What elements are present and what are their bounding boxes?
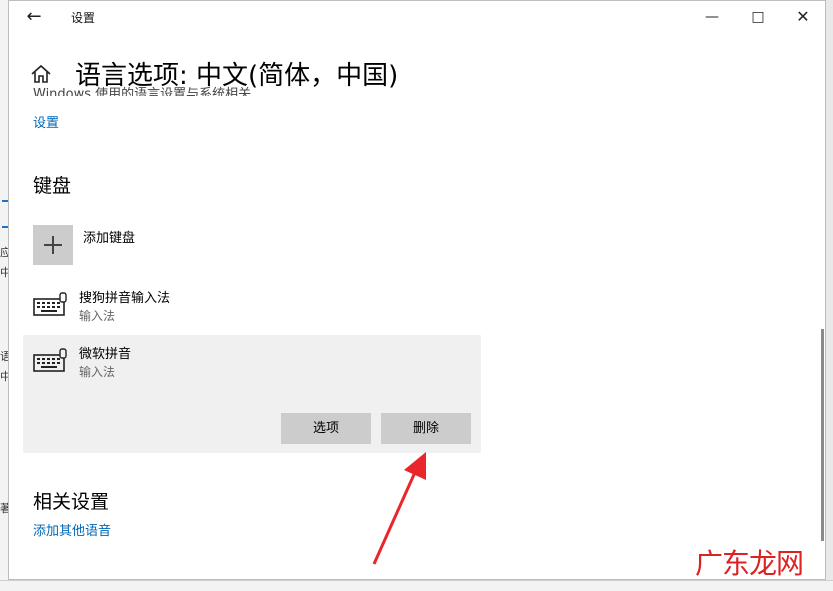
keyboard-item-microsoft-pinyin[interactable]: 微软拼音 输入法 选项 删除	[23, 335, 481, 453]
scrollbar[interactable]	[821, 329, 824, 541]
keyboard-item-sogou[interactable]: 搜狗拼音输入法 输入法	[23, 279, 481, 335]
settings-link[interactable]: 设置	[33, 112, 59, 131]
keyboard-icon	[33, 348, 67, 372]
keyboard-item-type: 输入法	[79, 309, 116, 323]
add-keyboard-label: 添加键盘	[83, 231, 136, 246]
watermark-logo: 广东龙网	[695, 547, 804, 580]
add-language-link[interactable]: 添加其他语音	[33, 520, 111, 539]
keyboard-item-name: 微软拼音	[79, 347, 132, 362]
plus-icon	[33, 225, 73, 265]
home-icon[interactable]	[29, 63, 53, 85]
remove-button[interactable]: 删除	[381, 413, 471, 444]
close-icon[interactable]: ✕	[788, 5, 818, 29]
minimize-icon[interactable]: —	[697, 5, 727, 29]
scrolled-description-text: Windows 使用的语言设置与系统相关	[33, 87, 252, 96]
related-settings-title: 相关设置	[33, 491, 110, 513]
maximize-icon[interactable]: □	[743, 5, 773, 29]
window-title: 设置	[71, 11, 96, 25]
back-arrow-icon[interactable]: ←	[23, 7, 45, 27]
keyboard-item-name: 搜狗拼音输入法	[79, 291, 171, 306]
keyboard-item-type: 输入法	[79, 365, 116, 379]
keyboard-section-title: 键盘	[33, 175, 72, 197]
keyboard-icon	[33, 292, 67, 316]
red-annotation-arrow-icon	[372, 452, 426, 565]
title-bar: ← 设置 — □ ✕	[9, 1, 825, 33]
options-button[interactable]: 选项	[281, 413, 371, 444]
